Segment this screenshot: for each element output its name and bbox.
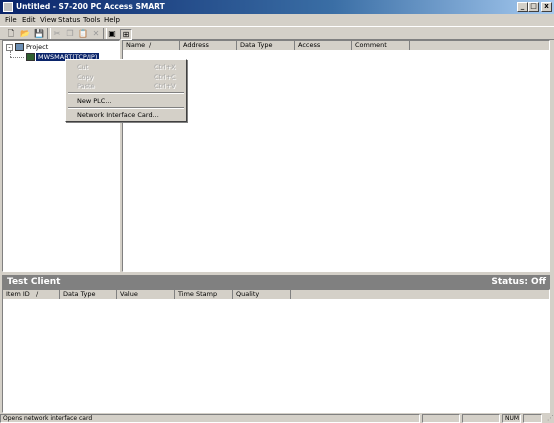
menu-status[interactable]: Status (58, 16, 80, 24)
menu-file[interactable]: File (5, 16, 17, 24)
column-time-stamp[interactable]: Time Stamp (175, 290, 233, 299)
plc-icon (26, 53, 35, 61)
items-table-header: Name / Address Data Type Access Comment (123, 41, 549, 50)
paste-icon[interactable]: 📋 (78, 29, 88, 38)
column-comment[interactable]: Comment (352, 41, 410, 50)
column-data-type[interactable]: Data Type (60, 290, 117, 299)
save-icon[interactable]: 💾 (34, 29, 44, 38)
toolbar: 🗋 📂 💾 ✂ ❐ 📋 ✕ ▣ ⊞ (0, 26, 554, 40)
project-icon (15, 43, 24, 51)
sort-indicator-icon: / (149, 41, 152, 49)
app-icon[interactable] (3, 2, 13, 12)
status-message: Opens network interface card (0, 414, 420, 423)
test-client-list[interactable]: Item ID / Data Type Value Time Stamp Qual… (2, 289, 550, 413)
menu-item-network-interface-card[interactable]: Network Interface Card... (77, 111, 159, 119)
close-button[interactable]: x (541, 2, 552, 12)
status-pane (523, 414, 542, 423)
tree-node-project[interactable]: Project (26, 43, 48, 51)
title-bar[interactable]: Untitled - S7-200 PC Access SMART _ □ x (0, 0, 554, 14)
menu-help[interactable]: Help (104, 16, 120, 24)
window-title: Untitled - S7-200 PC Access SMART (16, 2, 165, 11)
menu-item-copy[interactable]: Copy (77, 73, 94, 81)
shortcut-paste: Ctrl+V (154, 82, 176, 90)
num-lock-indicator: NUM (502, 414, 521, 423)
maximize-button[interactable]: □ (528, 2, 539, 12)
status-bar: Opens network interface card NUM ⋰ (0, 414, 554, 423)
test-client-header: Item ID / Data Type Value Time Stamp Qual… (3, 290, 549, 299)
column-value[interactable]: Value (117, 290, 175, 299)
menu-item-new-plc[interactable]: New PLC... (77, 97, 112, 105)
open-icon[interactable]: 📂 (20, 29, 30, 38)
delete-icon[interactable]: ✕ (91, 29, 101, 38)
menu-separator (68, 107, 184, 109)
status-pane (462, 414, 500, 423)
test-client-status: Status: Off (491, 277, 546, 287)
menu-bar: File Edit View Status Tools Help (0, 14, 554, 26)
column-access[interactable]: Access (295, 41, 352, 50)
menu-separator (68, 92, 184, 94)
menu-item-paste[interactable]: Paste (77, 82, 95, 90)
cut-icon[interactable]: ✂ (52, 29, 62, 38)
menu-edit[interactable]: Edit (22, 16, 36, 24)
column-quality[interactable]: Quality (233, 290, 291, 299)
context-menu: Cut Ctrl+X Copy Ctrl+C Paste Ctrl+V New … (65, 59, 187, 122)
column-item-id[interactable]: Item ID / (3, 290, 60, 299)
tree-collapse-toggle[interactable]: - (6, 44, 13, 51)
resize-grip-icon[interactable]: ⋰ (543, 414, 554, 423)
minimize-button[interactable]: _ (517, 2, 528, 12)
status-pane (422, 414, 460, 423)
column-data-type[interactable]: Data Type (237, 41, 295, 50)
tree-line (10, 57, 24, 58)
copy-icon[interactable]: ❐ (65, 29, 75, 38)
column-address[interactable]: Address (180, 41, 237, 50)
test-client-bar: Test Client Status: Off (2, 275, 550, 289)
test-client-icon[interactable]: ⊞ (120, 29, 132, 40)
new-icon[interactable]: 🗋 (6, 29, 16, 38)
menu-view[interactable]: View (40, 16, 57, 24)
shortcut-cut: Ctrl+X (154, 63, 176, 71)
column-name[interactable]: Name / (123, 41, 180, 50)
toolbar-separator (47, 28, 51, 39)
menu-item-cut[interactable]: Cut (77, 63, 88, 71)
shortcut-copy: Ctrl+C (154, 73, 176, 81)
test-client-title: Test Client (7, 277, 61, 287)
menu-tools[interactable]: Tools (83, 16, 100, 24)
properties-icon[interactable]: ▣ (107, 29, 117, 38)
sort-indicator-icon: / (36, 290, 39, 298)
